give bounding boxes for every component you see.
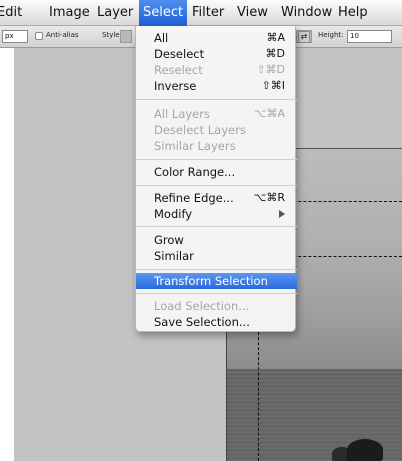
- menu-view[interactable]: View: [237, 5, 268, 20]
- menu-image[interactable]: Image: [49, 5, 90, 20]
- menu-bar: Edit Image Layer Select Filter View Wind…: [0, 0, 402, 26]
- menu-item-modify[interactable]: Modify: [136, 206, 297, 222]
- menu-item-transform-selection[interactable]: Transform Selection: [136, 273, 297, 289]
- menu-item-load-selection: Load Selection...: [154, 299, 250, 313]
- menu-separator: [136, 185, 297, 186]
- anti-alias-label: Anti-alias: [46, 31, 79, 39]
- menu-window[interactable]: Window: [281, 5, 332, 20]
- menu-filter[interactable]: Filter: [192, 5, 224, 20]
- style-label: Style:: [102, 31, 122, 39]
- menu-item-grow[interactable]: Grow: [136, 232, 297, 248]
- height-label: Height:: [318, 31, 344, 39]
- menu-item-similar[interactable]: Similar: [136, 248, 297, 264]
- menu-separator: [136, 293, 297, 294]
- menu-item-similar-layers: Similar Layers: [154, 139, 236, 153]
- height-input[interactable]: 10: [347, 30, 392, 43]
- menu-layer[interactable]: Layer: [97, 5, 133, 20]
- left-margin: [0, 48, 14, 461]
- menu-separator: [136, 226, 297, 227]
- menu-item-deselect[interactable]: Deselect ⌘D: [136, 46, 297, 62]
- menu-item-color-range[interactable]: Color Range...: [136, 164, 297, 180]
- menu-separator: [136, 269, 297, 270]
- menu-item-inverse[interactable]: Inverse ⇧⌘I: [136, 78, 297, 94]
- menu-edit[interactable]: Edit: [0, 5, 22, 20]
- menu-separator: [136, 99, 297, 100]
- menu-select[interactable]: Select: [139, 0, 188, 26]
- rock-shape: [347, 439, 383, 461]
- menu-help[interactable]: Help: [338, 5, 368, 20]
- menu-item-save-selection[interactable]: Save Selection...: [136, 314, 297, 330]
- swap-icon[interactable]: ⇄: [298, 31, 310, 43]
- menu-item-reselect: Reselect ⇧⌘D: [154, 63, 285, 77]
- feather-input[interactable]: px: [2, 30, 28, 43]
- submenu-arrow-icon: [279, 210, 285, 218]
- menu-item-refine-edge[interactable]: Refine Edge... ⌥⌘R: [136, 190, 297, 206]
- menu-item-all[interactable]: All ⌘A: [136, 30, 297, 46]
- selection-marquee-left: [258, 332, 259, 461]
- select-dropdown-menu: All ⌘A Deselect ⌘D Reselect ⇧⌘D Inverse …: [135, 26, 297, 332]
- anti-alias-checkbox[interactable]: [35, 32, 43, 40]
- menu-item-all-layers: All Layers ⌥⌘A: [154, 107, 285, 121]
- menu-separator: [136, 159, 297, 160]
- style-select[interactable]: [120, 30, 132, 43]
- menu-item-deselect-layers: Deselect Layers: [154, 123, 246, 137]
